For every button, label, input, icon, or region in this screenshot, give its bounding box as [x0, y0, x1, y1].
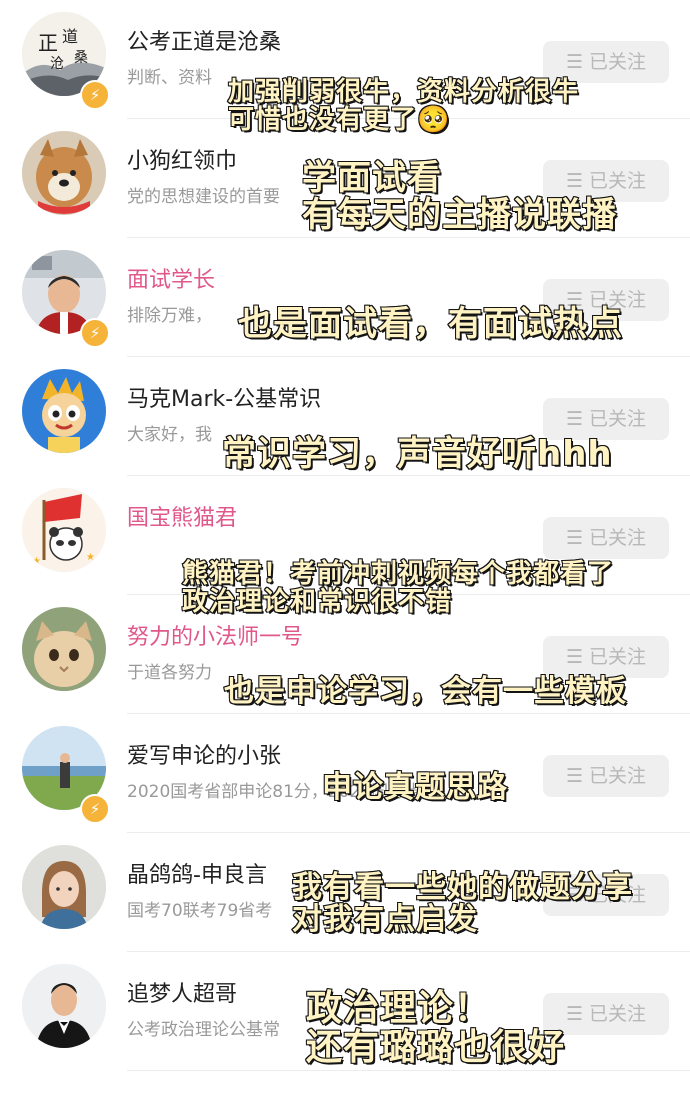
menu-icon: ☰ [565, 1003, 584, 1025]
annotation-caption: 我有看一些她的做题分享 对我有点启发 [291, 870, 633, 938]
verified-badge-icon: ⚡ [80, 318, 110, 348]
annotation-caption: 学面试看 有每天的主播说联播 [301, 158, 617, 235]
account-name: 追梦人超哥 [127, 982, 238, 1007]
svg-text:★: ★ [86, 552, 95, 563]
followed-button[interactable]: ☰ 已关注 [543, 636, 669, 678]
account-name: 面试学长 [127, 268, 216, 293]
annotation-caption: 也是面试看，有面试热点 [237, 304, 623, 344]
account-name: 晶鸽鸽-申良言 [127, 863, 267, 888]
avatar[interactable] [22, 131, 106, 215]
svg-text:桑: 桑 [74, 50, 88, 66]
avatar[interactable] [22, 964, 106, 1048]
account-name: 小狗红领巾 [127, 149, 238, 174]
menu-icon: ☰ [565, 527, 584, 549]
avatar[interactable] [22, 845, 106, 929]
svg-text:★: ★ [32, 556, 41, 567]
annotation-caption: 申论真题思路 [321, 770, 508, 805]
svg-text:正: 正 [38, 31, 58, 55]
menu-icon: ☰ [565, 646, 584, 668]
menu-icon: ☰ [565, 408, 584, 430]
account-name: 公考正道是沧桑 [127, 30, 282, 55]
verified-badge-icon: ⚡ [80, 80, 110, 110]
menu-icon: ☰ [565, 51, 584, 73]
annotation-caption: 也是申论学习，会有一些模板 [223, 674, 627, 709]
verified-badge-icon: ⚡ [80, 794, 110, 824]
annotation-caption: 加强削弱很牛，资料分析很牛 可惜也没有更了🥺 [227, 77, 580, 136]
avatar[interactable] [22, 607, 106, 691]
followed-button[interactable]: ☰ 已关注 [543, 755, 669, 797]
avatar[interactable]: ★ ★ [22, 488, 106, 572]
account-name: 爱写申论的小张 [127, 744, 282, 769]
annotation-caption: 政治理论！ 还有璐璐也很好 [305, 988, 566, 1068]
svg-text:道: 道 [62, 27, 78, 46]
avatar[interactable] [22, 369, 106, 453]
followed-button[interactable]: ☰ 已关注 [543, 517, 669, 559]
account-name: 努力的小法师一号 [127, 625, 304, 650]
annotation-caption: 熊猫君！考前冲刺视频每个我都看了 政治理论和常识很不错 [181, 559, 615, 618]
divider [127, 1070, 690, 1071]
account-name: 马克Mark-公基常识 [127, 387, 322, 412]
annotation-caption: 常识学习，声音好听hhh [221, 434, 613, 474]
svg-text:沧: 沧 [50, 55, 64, 72]
menu-icon: ☰ [565, 765, 584, 787]
account-name: 国宝熊猫君 [127, 506, 238, 531]
